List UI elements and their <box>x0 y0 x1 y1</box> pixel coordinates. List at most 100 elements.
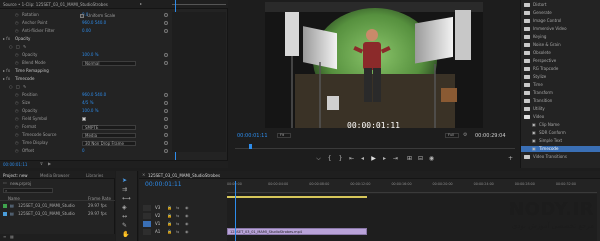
effect-toggle-icon[interactable]: ▸ fx <box>3 68 10 74</box>
step-back-icon[interactable]: ◂ <box>359 155 366 162</box>
ellipse-mask-icon[interactable]: ○ <box>9 44 13 50</box>
keyframe-reset-icon[interactable] <box>164 21 168 25</box>
slip-tool-icon[interactable]: ↔ <box>122 213 127 220</box>
effect-property-row[interactable]: ◷ Anti-flicker Filter 0.00 <box>0 28 170 34</box>
effects-tree-item[interactable]: ▣ Timecode <box>521 146 600 152</box>
extract-icon[interactable]: ⊟ <box>417 155 424 162</box>
stopwatch-icon[interactable]: ◷ <box>15 20 19 26</box>
uniform-scale-checkbox[interactable] <box>80 14 84 18</box>
track-header[interactable]: A1 🔒 ⇆ ◉ <box>143 229 227 235</box>
settings-wrench-icon[interactable]: ⚙ <box>463 132 467 138</box>
effect-controls-menu-icon[interactable]: ▸ <box>140 1 142 6</box>
tab-libraries[interactable]: Libraries <box>86 173 103 178</box>
video-clip[interactable]: 125SET_03_01_MAMI_StudioStrobes.mp4 <box>227 228 367 235</box>
effects-tree-item[interactable]: Utility <box>521 106 600 112</box>
column-name[interactable]: Name <box>8 196 20 201</box>
effects-tree-item[interactable]: Immersive Video <box>521 26 600 32</box>
effects-tree-item[interactable]: Transform <box>521 90 600 96</box>
eye-icon[interactable]: ◉ <box>185 229 189 235</box>
effect-property-dropdown[interactable]: SMPTE <box>82 124 136 130</box>
add-marker-icon[interactable]: ⌵ <box>315 155 322 162</box>
stopwatch-icon[interactable]: ◷ <box>15 60 19 66</box>
razor-tool-icon[interactable]: ◈ <box>122 204 127 211</box>
ripple-edit-tool-icon[interactable]: ⟷ <box>122 195 131 202</box>
uniform-scale-option[interactable]: Uniform Scale <box>80 13 115 19</box>
effect-property-row[interactable]: ◷ Offset 0 <box>0 148 170 154</box>
project-item[interactable]: ▤ 125SET_03_01_MAMI_Studio 29.97 fps <box>0 203 115 209</box>
sync-icon[interactable]: ⇆ <box>176 213 179 219</box>
effect-property-dropdown[interactable]: 30 Non Drop Frame <box>82 140 136 146</box>
pen-mask-icon[interactable]: ✎ <box>23 84 26 90</box>
effects-tree-item[interactable]: Image Control <box>521 18 600 24</box>
effects-tree-item[interactable]: Distort <box>521 2 600 8</box>
step-forward-icon[interactable]: ▸ <box>381 155 388 162</box>
rectangle-mask-icon[interactable]: □ <box>16 44 20 50</box>
keyframe-reset-icon[interactable] <box>164 13 168 17</box>
effects-tree-item[interactable]: Video Transitions <box>521 154 600 160</box>
keyframe-reset-icon[interactable] <box>164 133 168 137</box>
pen-tool-icon[interactable]: ✎ <box>122 222 127 229</box>
keyframe-reset-icon[interactable] <box>164 101 168 105</box>
column-frame-rate[interactable]: Frame Rate <box>88 196 111 201</box>
effect-property-row[interactable]: ◷ Opacity 100.0 % <box>0 108 170 114</box>
hand-tool-icon[interactable]: ✋ <box>122 231 129 238</box>
monitor-playhead[interactable] <box>249 144 252 149</box>
effect-toggle-icon[interactable]: ▸ fx <box>3 76 10 82</box>
lock-icon[interactable]: 🔒 <box>167 213 172 219</box>
effect-property-row[interactable]: ◷ Field Symbol <box>0 116 170 122</box>
effect-property-row[interactable]: ◷ Opacity 100.0 % <box>0 52 170 58</box>
effects-tree-item[interactable]: Noise & Grain <box>521 42 600 48</box>
effect-property-row[interactable]: ◷ Timecode Source Media <box>0 132 170 138</box>
effect-property-row[interactable]: ◷ Size 4/5 % <box>0 100 170 106</box>
track-target-toggle[interactable] <box>143 205 151 211</box>
effects-tree-item[interactable]: Time <box>521 82 600 88</box>
button-editor-icon[interactable]: + <box>507 155 514 162</box>
icon-view-icon[interactable]: ▦ <box>10 234 14 239</box>
effects-tree-item[interactable]: ▣ SDR Conform <box>521 130 600 136</box>
stopwatch-icon[interactable]: ◷ <box>15 100 19 106</box>
timeline-close-icon[interactable]: × <box>142 172 145 177</box>
timeline-timecode[interactable]: 00:00:01:11 <box>145 181 182 188</box>
selection-tool-icon[interactable]: ➤ <box>122 177 127 184</box>
project-item[interactable]: ▤ 125SET_03_01_MAMI_Studio 29.97 fps <box>0 211 115 217</box>
eye-icon[interactable]: ◉ <box>185 221 189 227</box>
effect-property-row[interactable]: ▸ fx Time Remapping <box>0 68 170 74</box>
effect-property-value[interactable]: 960.0 540.0 <box>82 92 106 98</box>
track-header[interactable]: V2 🔒 ⇆ ◉ <box>143 213 227 219</box>
monitor-scrubber[interactable] <box>235 144 515 149</box>
eye-icon[interactable]: ◉ <box>185 205 189 211</box>
timeline-sequence-tab[interactable]: 125SET_03_01_MAMI_StudioStrobes <box>148 173 220 178</box>
stopwatch-icon[interactable]: ◷ <box>15 52 19 58</box>
effect-property-value[interactable]: 100.0 % <box>82 52 99 58</box>
mark-in-icon[interactable]: { <box>326 155 333 162</box>
effects-tree-item[interactable]: Perspective <box>521 58 600 64</box>
rectangle-mask-icon[interactable]: □ <box>16 84 20 90</box>
tab-project[interactable]: Project: new <box>3 173 28 178</box>
stopwatch-icon[interactable]: ◷ <box>15 140 19 146</box>
effects-tree-item[interactable]: Video <box>521 114 600 120</box>
track-target-toggle[interactable] <box>143 213 151 219</box>
effect-property-row[interactable]: ◷ Time Display 30 Non Drop Frame <box>0 140 170 146</box>
effects-tree-item[interactable]: RG Trapcode <box>521 66 600 72</box>
project-search-input[interactable]: ⌕ <box>3 188 53 193</box>
effects-tree-item[interactable]: Keying <box>521 34 600 40</box>
keyframe-reset-icon[interactable] <box>164 53 168 57</box>
lock-icon[interactable]: 🔒 <box>167 221 172 227</box>
stopwatch-icon[interactable]: ◷ <box>15 132 19 138</box>
effect-property-dropdown[interactable]: Media <box>82 132 136 138</box>
lock-icon[interactable]: 🔒 <box>167 229 172 235</box>
keyframe-reset-icon[interactable] <box>164 141 168 145</box>
keyframe-reset-icon[interactable] <box>164 61 168 65</box>
track-header[interactable]: V1 🔒 ⇆ ◉ <box>143 221 227 227</box>
effects-tree-item[interactable]: ▣ Simple Text <box>521 138 600 144</box>
mini-timeline-ruler[interactable] <box>172 4 226 5</box>
lock-icon[interactable]: 🔒 <box>167 205 172 211</box>
effects-tree-item[interactable]: Transition <box>521 98 600 104</box>
timeline-playhead[interactable] <box>235 181 237 241</box>
sync-icon[interactable]: ⇆ <box>176 205 179 211</box>
track-select-tool-icon[interactable]: ⇉ <box>122 186 127 193</box>
effect-property-value[interactable]: 100.0 % <box>82 108 99 114</box>
effect-property-row[interactable]: ○ □ ✎ <box>0 44 170 50</box>
effects-tree-item[interactable]: Generate <box>521 10 600 16</box>
stopwatch-icon[interactable]: ◷ <box>15 28 19 34</box>
